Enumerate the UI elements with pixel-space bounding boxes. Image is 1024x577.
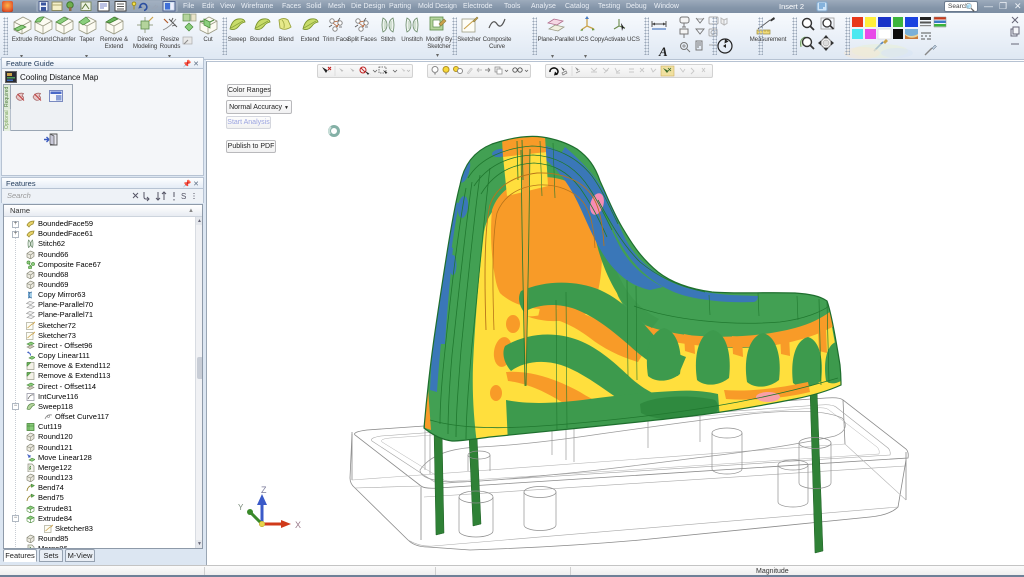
svg-text:X: X [295, 520, 301, 530]
svg-text:Y: Y [238, 503, 244, 512]
svg-text:S: S [181, 192, 186, 201]
svg-text:Z: Z [261, 485, 267, 495]
svg-text:A: A [658, 44, 668, 59]
